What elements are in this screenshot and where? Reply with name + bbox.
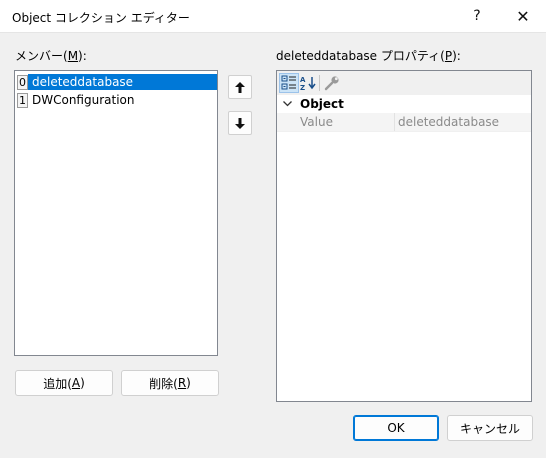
properties-label: deleteddatabase プロパティ(P): [276,49,461,63]
close-icon: ✕ [516,6,530,26]
property-grid-toolbar: A Z [277,71,531,95]
categorized-icon [281,75,296,90]
property-grid[interactable]: A Z Object Value deleteddatabase [276,70,532,402]
members-list[interactable]: 0 deleteddatabase 1 DWConfiguration [14,70,218,356]
categorized-button[interactable] [279,73,299,93]
move-down-button[interactable] [228,111,252,135]
title-bar: Object コレクション エディター ? ✕ [0,0,546,33]
chevron-down-icon [283,101,292,107]
cancel-button[interactable]: キャンセル [447,415,533,441]
alphabetical-icon: A Z [300,76,316,91]
ok-button[interactable]: OK [353,415,439,441]
help-button[interactable]: ? [454,0,500,32]
arrow-up-icon [235,81,245,93]
move-up-button[interactable] [228,75,252,99]
item-index: 1 [17,92,28,108]
window-title: Object コレクション エディター [12,11,190,25]
list-item[interactable]: 0 deleteddatabase [17,74,217,90]
alphabetical-button[interactable]: A Z [299,73,319,93]
property-row[interactable]: Value deleteddatabase [277,113,531,132]
add-button[interactable]: 追加(A) [15,370,113,396]
item-index: 0 [17,74,28,90]
property-value: deleteddatabase [398,115,500,129]
property-pages-icon [324,76,339,91]
item-label: deleteddatabase [28,74,217,90]
category-label: Object [300,97,344,111]
property-name: Value [300,115,333,129]
members-label: メンバー(M): [15,49,87,63]
toolbar-separator [319,75,320,91]
column-divider [394,113,395,131]
property-pages-button[interactable] [322,73,342,93]
help-icon: ? [473,8,481,24]
list-item[interactable]: 1 DWConfiguration [17,92,217,108]
close-button[interactable]: ✕ [500,0,546,32]
remove-button[interactable]: 削除(R) [121,370,219,396]
arrow-down-icon [235,117,245,129]
item-label: DWConfiguration [32,93,135,107]
svg-text:A: A [300,76,306,84]
svg-text:Z: Z [300,84,305,91]
category-row[interactable]: Object [277,95,531,113]
